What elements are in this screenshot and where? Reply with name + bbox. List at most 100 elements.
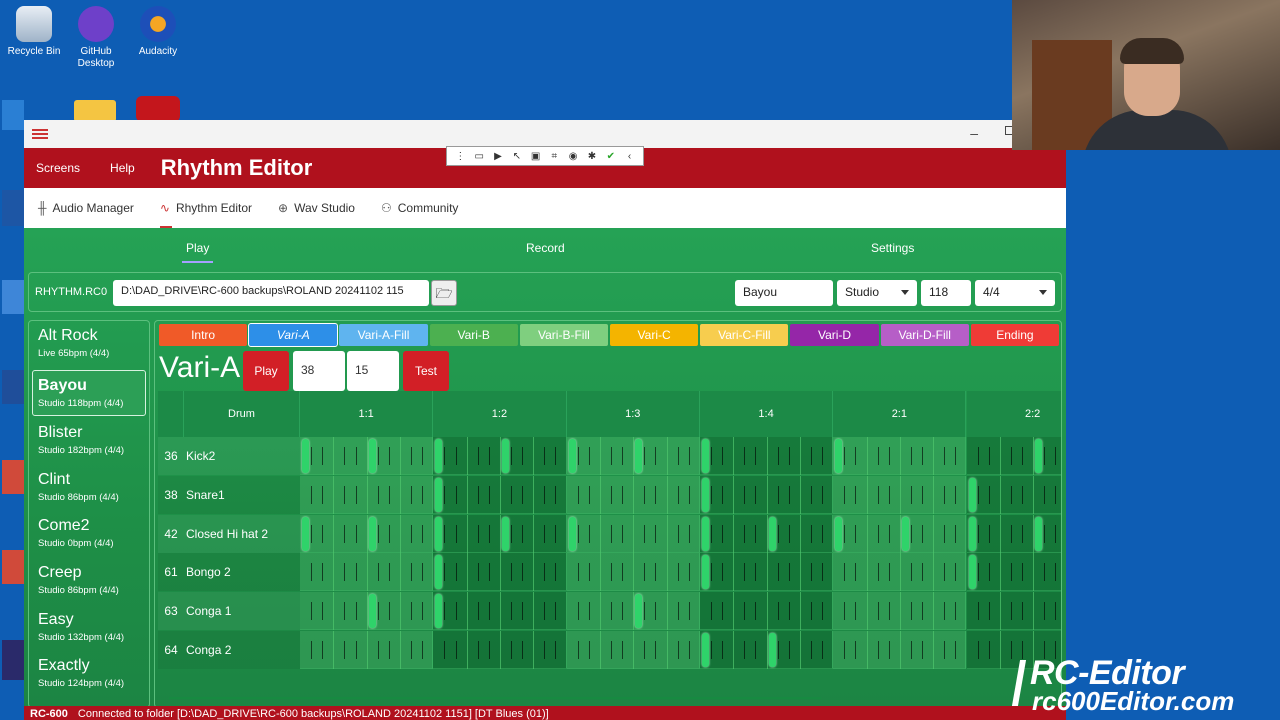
part-tab-vari-a-fill[interactable]: Vari-A-Fill bbox=[339, 324, 428, 346]
beat-cell[interactable] bbox=[566, 553, 700, 592]
tab-record[interactable]: Record bbox=[526, 241, 565, 255]
beat-cell[interactable] bbox=[833, 437, 967, 475]
part-tab-vari-c[interactable]: Vari-C bbox=[610, 324, 699, 346]
rhythm-list-item[interactable]: Clint Studio 86bpm (4/4) bbox=[29, 465, 149, 512]
drum-track-row[interactable] bbox=[300, 437, 1061, 475]
note-marker[interactable] bbox=[968, 516, 976, 551]
note-marker[interactable] bbox=[501, 516, 509, 551]
folder-path-input[interactable]: D:\DAD_DRIVE\RC-600 backups\ROLAND 20241… bbox=[113, 280, 429, 306]
rhythm-list-item[interactable]: Alt Rock Live 65bpm (4/4) bbox=[29, 321, 149, 368]
note-marker[interactable] bbox=[701, 555, 709, 590]
check-icon[interactable]: ✔ bbox=[605, 151, 617, 162]
beat-cell[interactable] bbox=[966, 475, 1061, 514]
beat-cell[interactable] bbox=[566, 592, 700, 631]
beat-cell[interactable] bbox=[833, 631, 967, 669]
pdf-icon[interactable] bbox=[136, 96, 180, 122]
gear-icon[interactable]: ✱ bbox=[586, 151, 598, 162]
beat-cell[interactable] bbox=[433, 475, 567, 514]
part-tab-vari-c-fill[interactable]: Vari-C-Fill bbox=[700, 324, 789, 346]
rhythm-list-item[interactable]: Blister Studio 182bpm (4/4) bbox=[29, 418, 149, 465]
video-icon[interactable]: ▶ bbox=[492, 151, 504, 162]
note-marker[interactable] bbox=[835, 439, 843, 473]
part-tab-vari-d-fill[interactable]: Vari-D-Fill bbox=[880, 324, 969, 346]
rhythm-name-input[interactable]: Bayou bbox=[735, 280, 833, 306]
note-marker[interactable] bbox=[501, 439, 509, 473]
note-marker[interactable] bbox=[768, 516, 776, 551]
beat-cell[interactable] bbox=[966, 592, 1061, 631]
note-marker[interactable] bbox=[568, 516, 576, 551]
desktop-icon-github[interactable]: GitHub Desktop bbox=[62, 6, 130, 70]
rhythm-list-item[interactable]: Bayou Studio 118bpm (4/4) bbox=[32, 369, 146, 417]
beat-cell[interactable] bbox=[699, 514, 834, 553]
note-marker[interactable] bbox=[701, 439, 709, 473]
test-button[interactable]: Test bbox=[403, 351, 449, 391]
drum-track-row[interactable] bbox=[300, 631, 1061, 669]
select-icon[interactable]: ⋮ bbox=[454, 151, 466, 162]
rhythm-list-item[interactable]: Easy Studio 132bpm (4/4) bbox=[29, 605, 149, 652]
note-marker[interactable] bbox=[368, 439, 376, 473]
beat-cell[interactable] bbox=[699, 631, 834, 669]
nav-wav-studio[interactable]: ⊕ Wav Studio bbox=[278, 188, 355, 228]
note-marker[interactable] bbox=[768, 633, 776, 667]
note-marker[interactable] bbox=[368, 594, 376, 629]
pointer-icon[interactable]: ↖ bbox=[511, 151, 523, 162]
audio-icon[interactable]: ◉ bbox=[567, 151, 579, 162]
note-marker[interactable] bbox=[302, 516, 309, 551]
note-marker[interactable] bbox=[835, 516, 843, 551]
menu-help[interactable]: Help bbox=[110, 161, 135, 175]
drum-track-row[interactable] bbox=[300, 475, 1061, 514]
note-marker[interactable] bbox=[435, 439, 443, 473]
desktop-icon-audacity[interactable]: Audacity bbox=[124, 6, 192, 58]
rhythm-list-item[interactable]: Creep Studio 86bpm (4/4) bbox=[29, 558, 149, 605]
beat-cell[interactable] bbox=[833, 475, 967, 514]
collapse-icon[interactable]: ‹ bbox=[624, 151, 636, 162]
beat-cell[interactable] bbox=[699, 437, 834, 475]
note-marker[interactable] bbox=[435, 516, 443, 551]
drum-track-row[interactable] bbox=[300, 514, 1061, 553]
part-tab-intro[interactable]: Intro bbox=[159, 324, 248, 346]
beat-cell[interactable] bbox=[566, 475, 700, 514]
note-marker[interactable] bbox=[968, 477, 976, 512]
nav-community[interactable]: ⚇ Community bbox=[381, 188, 458, 228]
frame-icon[interactable]: ▣ bbox=[530, 151, 542, 162]
beat-cell[interactable] bbox=[300, 592, 434, 631]
beat-cell[interactable] bbox=[433, 437, 567, 475]
part-tab-vari-b-fill[interactable]: Vari-B-Fill bbox=[519, 324, 609, 346]
kit-select[interactable]: Studio bbox=[837, 280, 917, 306]
beat-cell[interactable] bbox=[566, 437, 700, 475]
note-marker[interactable] bbox=[435, 477, 443, 512]
note-marker[interactable] bbox=[1035, 516, 1043, 551]
beat-cell[interactable] bbox=[833, 553, 967, 592]
tempo-input[interactable]: 118 bbox=[921, 280, 971, 306]
minimize-icon[interactable]: – bbox=[970, 125, 978, 141]
hamburger-icon[interactable] bbox=[32, 129, 48, 139]
beat-cell[interactable] bbox=[300, 553, 434, 592]
drum-track-row[interactable] bbox=[300, 553, 1061, 592]
note-marker[interactable] bbox=[635, 594, 643, 629]
beat-cell[interactable] bbox=[566, 631, 700, 669]
beat-cell[interactable] bbox=[833, 514, 967, 553]
beat-cell[interactable] bbox=[966, 514, 1061, 553]
note-marker[interactable] bbox=[368, 516, 376, 551]
beat-cell[interactable] bbox=[433, 514, 567, 553]
beat-cell[interactable] bbox=[966, 437, 1061, 475]
part-tab-vari-d[interactable]: Vari-D bbox=[790, 324, 879, 346]
value-field-2[interactable]: 15 bbox=[347, 351, 399, 391]
note-marker[interactable] bbox=[968, 555, 976, 590]
beat-cell[interactable] bbox=[699, 553, 834, 592]
tab-settings[interactable]: Settings bbox=[871, 241, 914, 255]
note-marker[interactable] bbox=[901, 516, 909, 551]
beat-cell[interactable] bbox=[433, 553, 567, 592]
camera-icon[interactable]: ▭ bbox=[473, 151, 485, 162]
time-signature-select[interactable]: 4/4 bbox=[975, 280, 1055, 306]
beat-cell[interactable] bbox=[300, 475, 434, 514]
beat-cell[interactable] bbox=[833, 592, 967, 631]
folder-icon[interactable] bbox=[74, 100, 116, 122]
rhythm-list-item[interactable]: Exactly Studio 124bpm (4/4) bbox=[29, 651, 149, 698]
beat-cell[interactable] bbox=[433, 631, 567, 669]
open-folder-button[interactable]: 🗁 bbox=[431, 280, 457, 306]
part-tab-vari-a[interactable]: Vari-A bbox=[248, 323, 339, 347]
nav-audio-manager[interactable]: ╫ Audio Manager bbox=[38, 188, 134, 228]
part-tab-ending[interactable]: Ending bbox=[970, 324, 1060, 346]
beat-cell[interactable] bbox=[300, 514, 434, 553]
